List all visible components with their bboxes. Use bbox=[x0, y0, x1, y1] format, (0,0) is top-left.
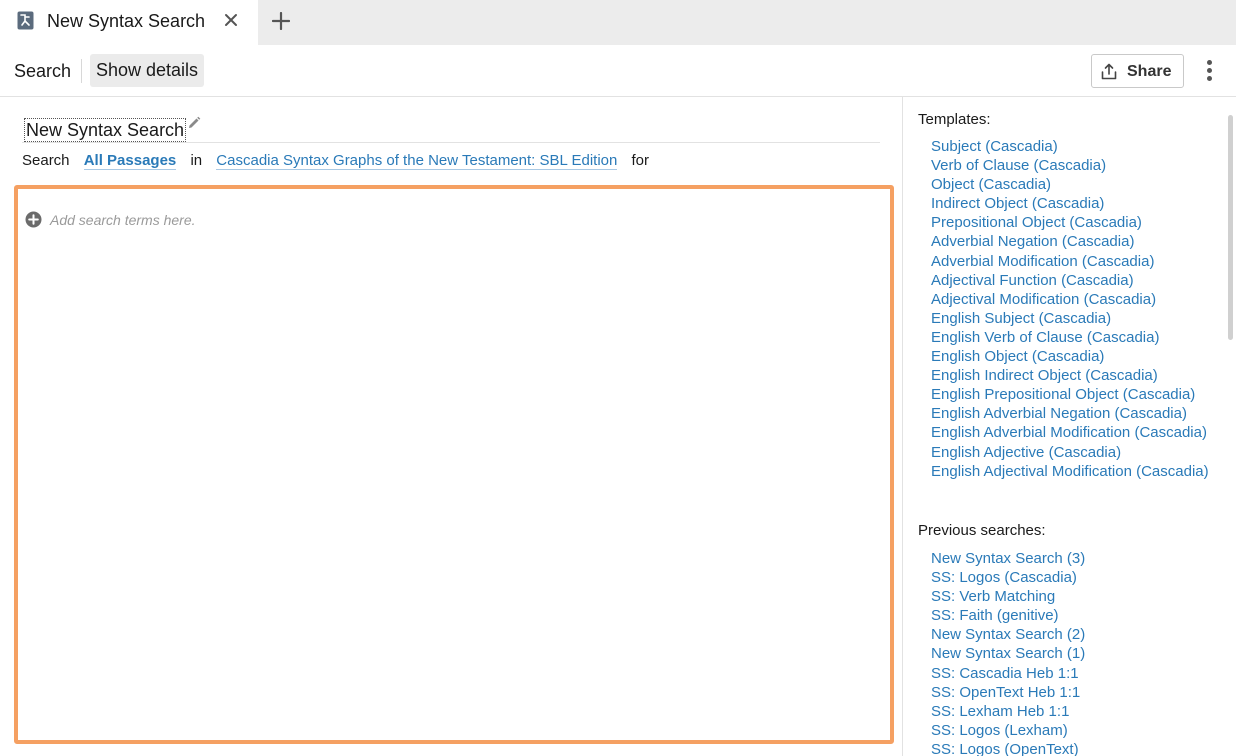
previous-search-link[interactable]: SS: Logos (OpenText) bbox=[931, 740, 1085, 756]
share-button[interactable]: Share bbox=[1091, 54, 1184, 88]
show-details-button[interactable]: Show details bbox=[90, 54, 205, 87]
previous-search-link[interactable]: SS: Logos (Cascadia) bbox=[931, 568, 1085, 587]
template-link[interactable]: Adjectival Modification (Cascadia) bbox=[931, 290, 1209, 309]
template-link[interactable]: Verb of Clause (Cascadia) bbox=[931, 156, 1209, 175]
tab-new-syntax-search[interactable]: New Syntax Search bbox=[0, 0, 258, 45]
panel-scrollbar[interactable] bbox=[1228, 115, 1233, 340]
template-link[interactable]: English Adjective (Cascadia) bbox=[931, 443, 1209, 462]
search-word: Search bbox=[22, 152, 70, 169]
close-icon[interactable] bbox=[220, 9, 242, 31]
more-options-icon[interactable] bbox=[1200, 58, 1220, 84]
template-link[interactable]: English Indirect Object (Cascadia) bbox=[931, 366, 1209, 385]
share-label: Share bbox=[1127, 63, 1172, 80]
search-menu-button[interactable]: Search bbox=[14, 60, 71, 82]
query-editor[interactable]: Add search terms here. bbox=[14, 185, 894, 744]
previous-search-link[interactable]: SS: Faith (genitive) bbox=[931, 606, 1085, 625]
title-divider bbox=[22, 142, 880, 143]
syntax-graph-icon bbox=[17, 11, 34, 30]
previous-search-link[interactable]: SS: OpenText Heb 1:1 bbox=[931, 683, 1085, 702]
template-link[interactable]: English Subject (Cascadia) bbox=[931, 309, 1209, 328]
templates-panel: Templates: Subject (Cascadia) Verb of Cla… bbox=[902, 97, 1236, 756]
toolbar-divider bbox=[81, 59, 82, 83]
previous-search-link[interactable]: SS: Logos (Lexham) bbox=[931, 721, 1085, 740]
tab-bar: New Syntax Search bbox=[0, 0, 1236, 45]
tab-title: New Syntax Search bbox=[47, 11, 206, 31]
previous-search-link[interactable]: SS: Cascadia Heb 1:1 bbox=[931, 664, 1085, 683]
add-circle-icon[interactable] bbox=[25, 211, 42, 228]
search-scope-line: Search All Passages in Cascadia Syntax G… bbox=[22, 151, 649, 171]
toolbar: Search Show details Share bbox=[0, 45, 1236, 97]
template-link[interactable]: English Verb of Clause (Cascadia) bbox=[931, 328, 1209, 347]
template-link[interactable]: English Adverbial Modification (Cascadia… bbox=[931, 423, 1209, 442]
share-icon bbox=[1101, 63, 1117, 80]
in-word: in bbox=[190, 152, 203, 169]
template-link[interactable]: Indirect Object (Cascadia) bbox=[931, 194, 1209, 213]
template-link[interactable]: Object (Cascadia) bbox=[931, 175, 1209, 194]
plus-icon[interactable] bbox=[269, 9, 293, 33]
template-link[interactable]: English Prepositional Object (Cascadia) bbox=[931, 385, 1209, 404]
previous-searches-list: New Syntax Search (3) SS: Logos (Cascadia… bbox=[931, 549, 1085, 756]
template-link[interactable]: English Object (Cascadia) bbox=[931, 347, 1209, 366]
previous-search-link[interactable]: SS: Lexham Heb 1:1 bbox=[931, 702, 1085, 721]
template-link[interactable]: Subject (Cascadia) bbox=[931, 137, 1209, 156]
template-link[interactable]: Adjectival Function (Cascadia) bbox=[931, 271, 1209, 290]
previous-search-link[interactable]: New Syntax Search (2) bbox=[931, 625, 1085, 644]
template-link[interactable]: English Adverbial Negation (Cascadia) bbox=[931, 404, 1209, 423]
previous-searches-heading: Previous searches: bbox=[918, 522, 1046, 539]
templates-heading: Templates: bbox=[918, 111, 991, 128]
resource-selector-link[interactable]: Cascadia Syntax Graphs of the New Testam… bbox=[216, 152, 618, 170]
for-word: for bbox=[631, 152, 650, 169]
templates-list: Subject (Cascadia) Verb of Clause (Cascad… bbox=[931, 137, 1209, 481]
template-link[interactable]: Adverbial Negation (Cascadia) bbox=[931, 232, 1209, 251]
pencil-icon[interactable] bbox=[186, 115, 202, 131]
range-selector-link[interactable]: All Passages bbox=[83, 152, 177, 170]
template-link[interactable]: Prepositional Object (Cascadia) bbox=[931, 213, 1209, 232]
previous-search-link[interactable]: New Syntax Search (1) bbox=[931, 644, 1085, 663]
previous-search-link[interactable]: New Syntax Search (3) bbox=[931, 549, 1085, 568]
template-link[interactable]: Adverbial Modification (Cascadia) bbox=[931, 252, 1209, 271]
template-link[interactable]: English Adjectival Modification (Cascadi… bbox=[931, 462, 1209, 481]
search-title[interactable]: New Syntax Search bbox=[24, 118, 187, 142]
previous-search-link[interactable]: SS: Verb Matching bbox=[931, 587, 1085, 606]
add-search-terms-placeholder[interactable]: Add search terms here. bbox=[50, 210, 196, 230]
